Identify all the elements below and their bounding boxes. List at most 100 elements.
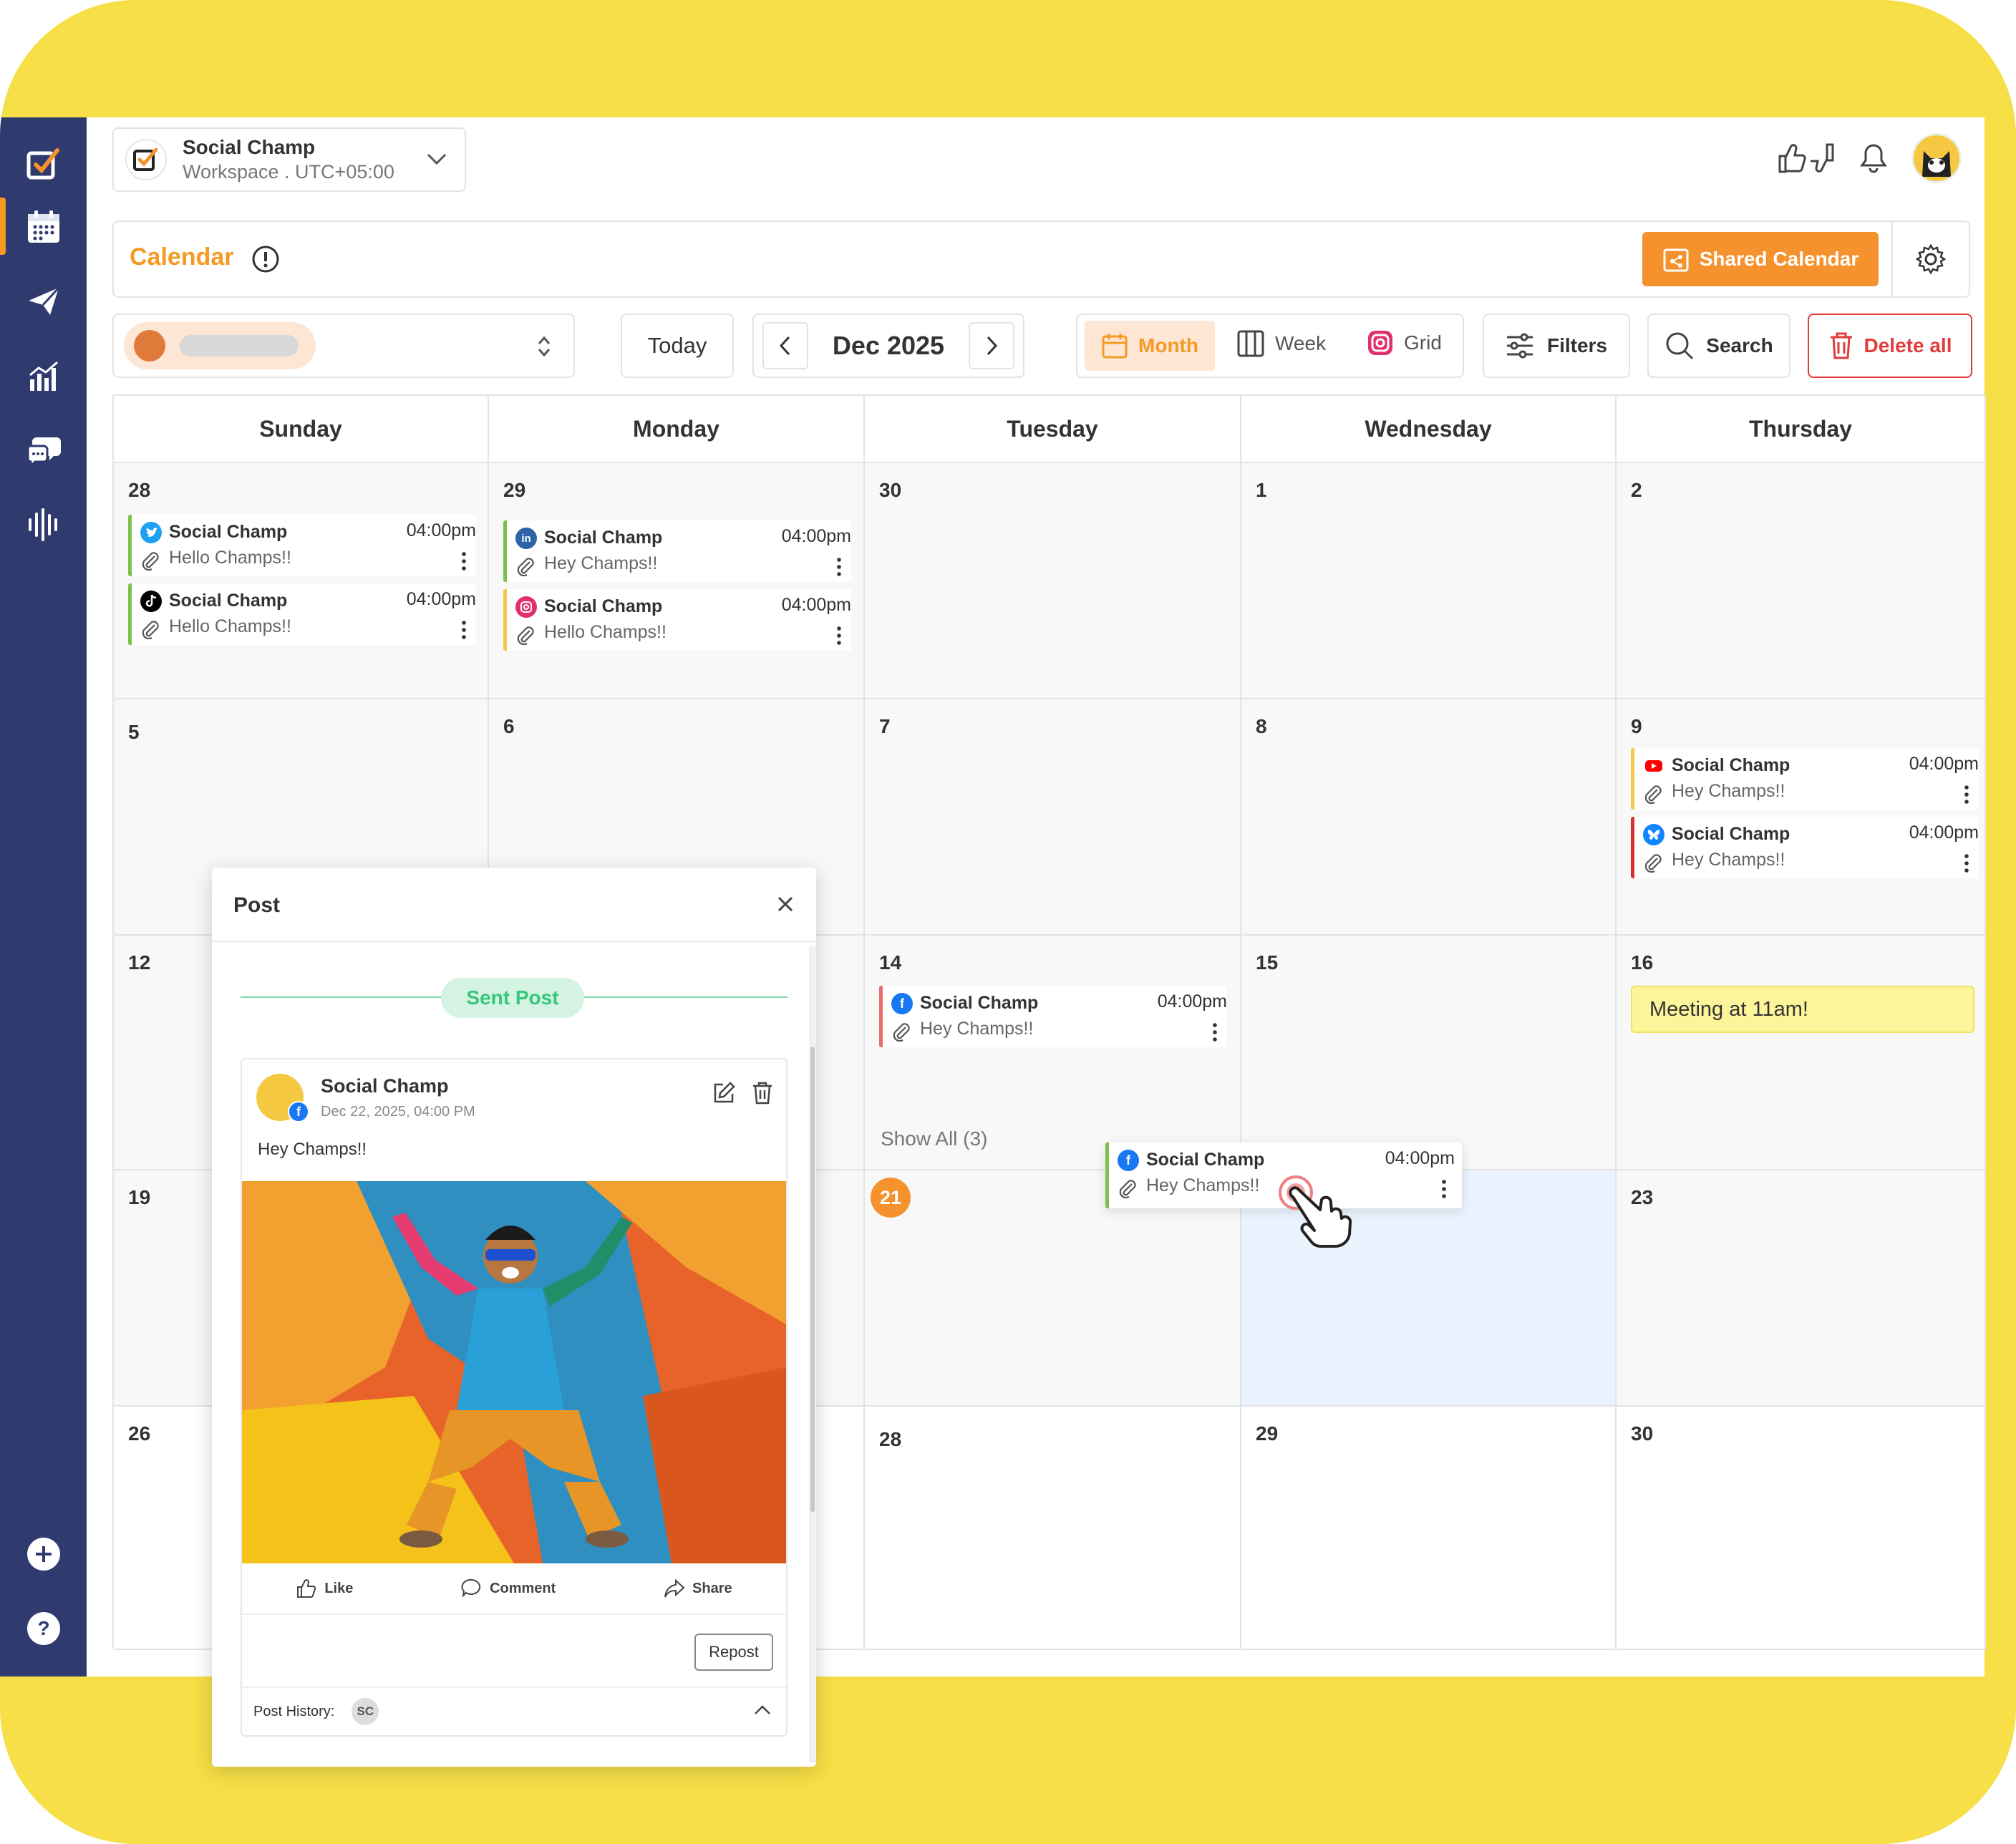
share-action[interactable]: Share — [664, 1578, 732, 1599]
day-number: 1 — [1256, 479, 1267, 501]
day-cell[interactable]: 8 — [1241, 699, 1617, 936]
settings-button[interactable] — [1891, 222, 1969, 296]
view-week-button[interactable]: Week — [1236, 329, 1326, 358]
view-grid-label: Grid — [1404, 331, 1442, 354]
chevron-up-icon[interactable] — [753, 1704, 772, 1717]
day-number: 9 — [1631, 715, 1642, 737]
repost-button[interactable]: Repost — [694, 1634, 773, 1671]
day-number: 12 — [128, 951, 151, 974]
shared-calendar-button[interactable]: Shared Calendar — [1642, 232, 1879, 286]
day-number: 7 — [879, 715, 891, 737]
day-cell[interactable]: 7 — [865, 699, 1241, 936]
day-cell[interactable]: 29 — [1241, 1407, 1617, 1650]
next-month-button[interactable] — [969, 322, 1014, 369]
scheduled-post[interactable]: in Social Champ 04:00pm Hey Champs!! — [503, 520, 851, 582]
scrollbar-thumb[interactable] — [810, 1047, 815, 1512]
day-cell[interactable]: 9 Social Champ 04:00pm Hey Champs!! Soci… — [1617, 699, 1986, 936]
search-button[interactable]: Search — [1647, 314, 1790, 378]
analytics-nav-icon[interactable] — [19, 351, 69, 401]
post-time: 04:00pm — [406, 520, 476, 540]
post-caption: Hello Champs!! — [169, 616, 291, 636]
attachment-icon — [517, 558, 534, 576]
scheduled-post[interactable]: f Social Champ 04:00pm Hey Champs!! — [879, 986, 1227, 1047]
twitter-icon — [140, 522, 162, 543]
info-icon[interactable] — [251, 245, 280, 273]
scheduled-post[interactable]: Social Champ 04:00pm Hello Champs!! — [128, 515, 476, 576]
delete-all-button[interactable]: Delete all — [1808, 314, 1972, 378]
workspace-selector[interactable]: Social Champ Workspace . UTC+05:00 — [112, 127, 466, 192]
day-number: 26 — [128, 1422, 151, 1445]
listening-nav-icon[interactable] — [19, 500, 69, 550]
day-cell[interactable]: 1 — [1241, 463, 1617, 699]
more-options-icon[interactable] — [1964, 854, 1969, 873]
edit-icon[interactable] — [712, 1081, 736, 1105]
day-cell[interactable]: 28 — [865, 1407, 1241, 1650]
post-history-bar[interactable]: Post History: SC — [242, 1687, 786, 1735]
day-cell[interactable]: 28 Social Champ 04:00pm Hello Champs!! S… — [114, 463, 489, 699]
user-avatar[interactable] — [1911, 133, 1962, 183]
inbox-nav-icon[interactable] — [19, 425, 69, 475]
day-number: 6 — [503, 715, 515, 737]
day-cell[interactable]: 30 — [865, 463, 1241, 699]
attachment-icon — [517, 626, 534, 645]
scheduled-post[interactable]: Social Champ 04:00pm Hey Champs!! — [1631, 748, 1979, 810]
day-cell[interactable]: 14 f Social Champ 04:00pm Hey Champs!! S… — [865, 936, 1241, 1170]
post-caption: Hey Champs!! — [1672, 781, 1785, 801]
facebook-icon: f — [288, 1101, 309, 1122]
share-icon — [664, 1578, 685, 1598]
prev-month-button[interactable] — [762, 322, 808, 369]
day-cell[interactable]: 2 — [1617, 463, 1986, 699]
help-icon[interactable]: ? — [19, 1603, 69, 1654]
more-options-icon[interactable] — [462, 621, 466, 639]
more-options-icon[interactable] — [837, 626, 841, 645]
youtube-icon — [1643, 755, 1664, 777]
add-icon[interactable] — [19, 1529, 69, 1579]
post-time: 04:00pm — [1909, 754, 1979, 774]
today-button[interactable]: Today — [621, 314, 734, 378]
post-account-name: Social Champ — [920, 993, 1039, 1013]
trash-icon[interactable] — [752, 1081, 773, 1105]
share-label: Share — [692, 1580, 732, 1596]
more-options-icon[interactable] — [837, 558, 841, 576]
modal-scrollbar[interactable] — [809, 946, 816, 1762]
day-cell[interactable]: 23 — [1617, 1170, 1986, 1407]
workspace-logo-icon — [125, 139, 167, 180]
scheduled-post[interactable]: Social Champ 04:00pm Hello Champs!! — [503, 589, 851, 651]
day-number: 28 — [879, 1428, 902, 1450]
day-cell[interactable]: 29 in Social Champ 04:00pm Hey Champs!! … — [489, 463, 865, 699]
comment-action[interactable]: Comment — [461, 1578, 556, 1599]
feedback-thumbs-icon[interactable] — [1777, 142, 1836, 175]
day-cell[interactable]: 30 — [1617, 1407, 1986, 1650]
more-options-icon[interactable] — [1442, 1180, 1446, 1198]
day-header-wednesday: Wednesday — [1241, 396, 1617, 463]
like-action[interactable]: Like — [296, 1578, 353, 1599]
day-cell[interactable]: 16 Meeting at 11am! — [1617, 936, 1986, 1170]
scheduled-post[interactable]: Social Champ 04:00pm Hey Champs!! — [1631, 817, 1979, 878]
view-month-button[interactable]: Month — [1085, 321, 1215, 371]
attachment-icon — [142, 621, 159, 639]
like-label: Like — [324, 1580, 354, 1596]
view-grid-button[interactable]: Grid — [1367, 329, 1442, 356]
close-icon[interactable] — [776, 895, 795, 913]
scheduled-post[interactable]: Social Champ 04:00pm Hello Champs!! — [128, 583, 476, 645]
account-selector[interactable] — [112, 314, 575, 378]
day-number: 8 — [1256, 715, 1267, 737]
comment-label: Comment — [490, 1580, 556, 1596]
page-title: Calendar — [130, 243, 234, 271]
hand-cursor-icon — [1279, 1175, 1352, 1248]
day-number: 30 — [1631, 1422, 1654, 1445]
day-cell[interactable]: 15 — [1241, 936, 1617, 1170]
logo-icon[interactable] — [19, 139, 69, 189]
more-options-icon[interactable] — [462, 552, 466, 571]
filters-button[interactable]: Filters — [1483, 314, 1630, 378]
calendar-nav-icon[interactable] — [19, 202, 69, 252]
more-options-icon[interactable] — [1964, 785, 1969, 804]
meeting-note[interactable]: Meeting at 11am! — [1631, 986, 1974, 1033]
more-options-icon[interactable] — [1213, 1023, 1217, 1042]
show-all-link[interactable]: Show All (3) — [881, 1127, 987, 1150]
workspace-timezone: Workspace . UTC+05:00 — [183, 161, 394, 183]
sidebar: ? — [0, 117, 87, 1676]
bell-icon[interactable] — [1860, 142, 1887, 174]
publish-nav-icon[interactable] — [19, 276, 69, 326]
post-account-name: Social Champ — [544, 528, 663, 548]
